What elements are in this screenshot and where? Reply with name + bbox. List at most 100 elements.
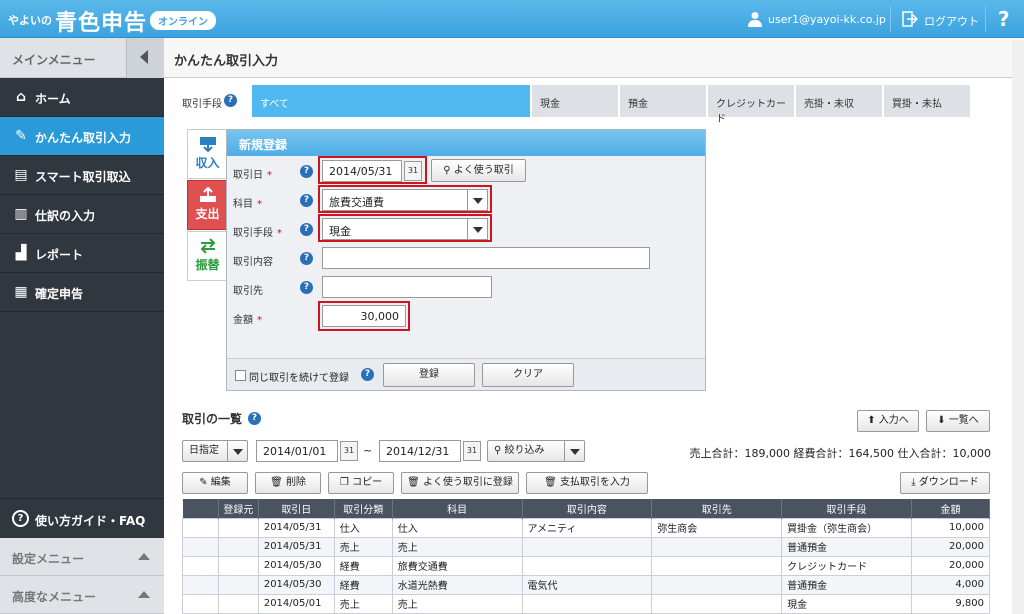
column-header[interactable]: 登録元: [218, 499, 259, 518]
method-tab-all[interactable]: すべて: [252, 85, 530, 117]
sidebar-item-faq[interactable]: ? 使い方ガイド・FAQ: [0, 498, 164, 538]
tab-transfer[interactable]: 振替: [187, 231, 227, 281]
filter-button[interactable]: ⚲ 絞り込み: [487, 440, 585, 462]
column-header[interactable]: 取引内容: [522, 499, 653, 518]
pencil-icon: ✎: [199, 477, 211, 488]
calendar-icon[interactable]: 31: [463, 441, 481, 461]
copy-button[interactable]: ❐ コピー: [328, 472, 394, 494]
delete-label: 削除: [285, 477, 306, 488]
column-header[interactable]: 取引先: [651, 499, 783, 518]
chevron-down-icon[interactable]: [227, 441, 247, 461]
to-date-input[interactable]: 2014/12/31: [379, 440, 461, 462]
chevron-down-icon[interactable]: [467, 219, 487, 239]
logout-icon[interactable]: [902, 11, 918, 27]
help-icon[interactable]: ?: [361, 368, 374, 381]
calendar-icon[interactable]: 31: [340, 441, 358, 461]
income-icon: [199, 137, 216, 152]
go-to-input-button[interactable]: ⬆ 入力へ: [857, 410, 919, 432]
table-row[interactable]: 2014/05/31 売上 売上 普通預金 20,000: [182, 536, 990, 557]
favorite-transactions-button[interactable]: ⚲ よく使う取引: [431, 159, 526, 182]
chevron-down-icon[interactable]: [467, 190, 487, 210]
app-logo[interactable]: 青色申告: [55, 5, 147, 37]
form-title: 新規登録: [239, 138, 288, 152]
table-row[interactable]: 2014/05/01 売上 売上 現金 9,800: [182, 593, 990, 614]
tab-income-label: 収入: [195, 156, 220, 170]
table-cell: クレジットカード: [781, 555, 912, 576]
expense-icon: [199, 187, 216, 202]
go-to-list-label: 一覧へ: [948, 415, 979, 426]
clear-button[interactable]: クリア: [482, 363, 574, 387]
amount-label-text: 金額: [233, 315, 253, 326]
date-label: 取引日 *: [233, 166, 272, 181]
copy-icon: ❐: [339, 477, 353, 488]
repeat-checkbox[interactable]: [235, 370, 246, 381]
column-header[interactable]: 取引日: [258, 499, 335, 518]
table-cell: 4,000: [911, 574, 990, 595]
column-header[interactable]: 取引分類: [334, 499, 393, 518]
settings-menu-toggle[interactable]: 設定メニュー: [0, 538, 164, 576]
help-icon[interactable]: ?: [300, 281, 313, 294]
column-header[interactable]: 科目: [392, 499, 523, 518]
vertical-scrollbar[interactable]: [1012, 40, 1024, 614]
help-icon[interactable]: ?: [248, 412, 261, 425]
help-icon[interactable]: ?: [300, 223, 313, 236]
chevron-down-icon[interactable]: [564, 441, 584, 461]
account-select[interactable]: 旅費交通費: [322, 189, 488, 211]
trash-icon: 🗑: [544, 477, 560, 488]
user-email[interactable]: user1@yayoi-kk.co.jp: [768, 13, 886, 26]
from-date-input[interactable]: 2014/01/01: [256, 440, 338, 462]
help-menu-button[interactable]: ?: [998, 7, 1010, 31]
sidebar-item-report[interactable]: ▟ レポート: [0, 234, 164, 273]
calendar-icon[interactable]: 31: [404, 161, 422, 181]
tab-expense[interactable]: 支出: [187, 180, 227, 230]
advanced-menu-toggle[interactable]: 高度なメニュー: [0, 576, 164, 614]
enter-payment-button[interactable]: 🗑 支払取引を入力: [526, 472, 648, 494]
partner-input[interactable]: [322, 276, 492, 298]
sidebar-item-tax-return[interactable]: ▦ 確定申告: [0, 273, 164, 312]
sidebar-item-journal[interactable]: ▥ 仕訳の入力: [0, 195, 164, 234]
form-footer: 同じ取引を続けて登録 ? 登録 クリア: [227, 358, 705, 390]
collapse-menu-button[interactable]: [126, 38, 164, 78]
help-icon[interactable]: ?: [300, 194, 313, 207]
register-button[interactable]: 登録: [383, 363, 475, 387]
table-cell: 2014/05/30: [257, 555, 335, 576]
date-input[interactable]: 2014/05/31: [322, 160, 402, 182]
tab-income[interactable]: 収入: [187, 129, 227, 179]
help-icon[interactable]: ?: [224, 94, 237, 107]
content-input[interactable]: [322, 247, 650, 269]
method-select[interactable]: 現金: [322, 218, 488, 240]
table-row[interactable]: 2014/05/31 仕入 仕入 アメニティ 弥生商会 買掛金（弥生商会） 10,000: [182, 517, 990, 538]
table-cell: 20,000: [911, 536, 990, 557]
method-tab-receivable[interactable]: 売掛・未収: [796, 85, 882, 117]
column-header[interactable]: 取引手段: [781, 499, 912, 518]
download-button[interactable]: ⤓ ダウンロード: [900, 472, 990, 494]
method-tab-deposit[interactable]: 預金: [620, 85, 706, 117]
go-to-list-button[interactable]: ⬇ 一覧へ: [926, 410, 990, 432]
add-favorite-button[interactable]: 🗑 よく使う取引に登録: [401, 472, 519, 494]
help-icon[interactable]: ?: [300, 252, 313, 265]
account-label: 科目 *: [233, 195, 262, 210]
sidebar-item-quick-entry[interactable]: ✎ かんたん取引入力: [0, 117, 164, 156]
user-icon: [748, 12, 762, 27]
tab-label: クレジットカード: [716, 99, 786, 125]
edit-button[interactable]: ✎ 編集: [182, 472, 248, 494]
delete-button[interactable]: 🗑 削除: [255, 472, 321, 494]
logout-button[interactable]: ログアウト: [924, 13, 979, 29]
copy-label: コピー: [352, 477, 383, 488]
book-icon: ▥: [14, 206, 28, 222]
column-header[interactable]: 金額: [911, 499, 990, 518]
table-row[interactable]: 2014/05/30 経費 水道光熱費 電気代 普通預金 4,000: [182, 574, 990, 595]
help-icon[interactable]: ?: [300, 165, 313, 178]
date-mode-select[interactable]: 日指定: [182, 440, 248, 462]
method-tab-cash[interactable]: 現金: [532, 85, 618, 117]
sidebar-item-label: かんたん取引入力: [35, 131, 132, 145]
method-label: 取引手段 *: [233, 224, 282, 239]
amount-input[interactable]: 30,000: [322, 305, 406, 327]
table-row[interactable]: 2014/05/30 経費 旅費交通費 クレジットカード 20,000: [182, 555, 990, 576]
method-tab-payable[interactable]: 買掛・未払: [884, 85, 970, 117]
sidebar-item-smart-import[interactable]: ▤ スマート取引取込: [0, 156, 164, 195]
method-label-text: 取引手段: [233, 228, 273, 239]
sidebar-item-label: レポート: [35, 248, 84, 262]
sidebar-item-home[interactable]: ⌂ ホーム: [0, 78, 164, 117]
method-tab-credit[interactable]: クレジットカード: [708, 85, 794, 125]
